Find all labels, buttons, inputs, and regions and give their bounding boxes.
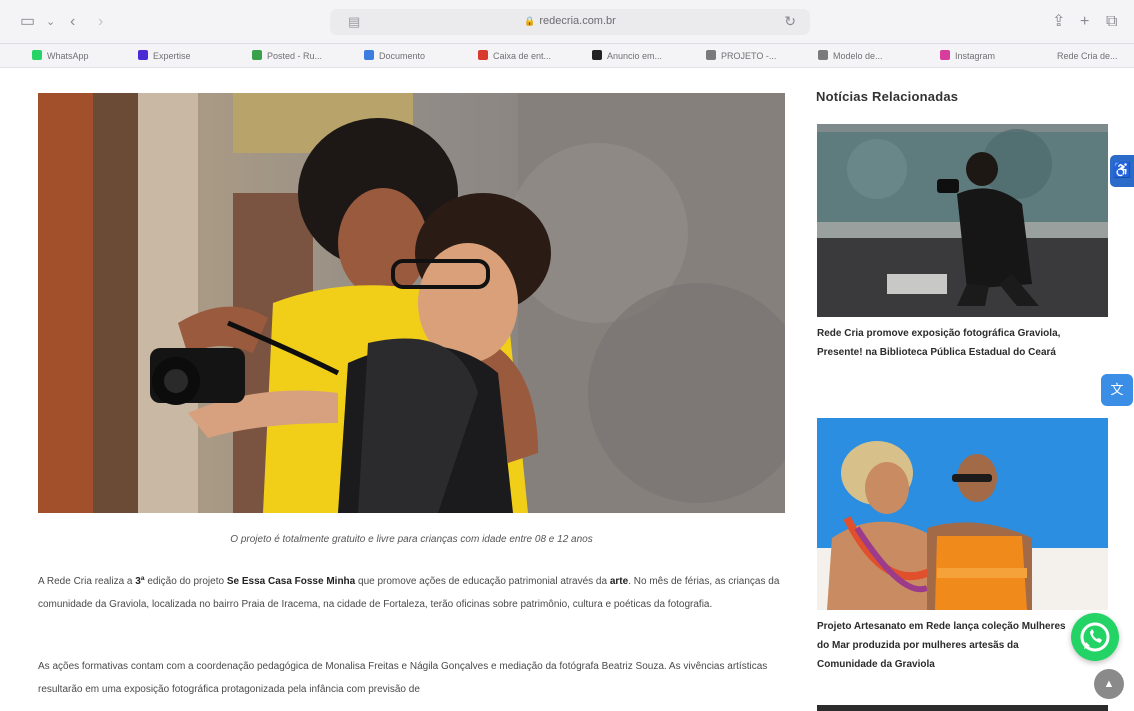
related-news-1-image[interactable]: [817, 124, 1108, 317]
browser-toolbar: ▭ ⌄ ‹ › ▤ 🔒 redecria.com.br ↻ ⇪ + ⧉: [0, 0, 1134, 44]
favorite-item[interactable]: Rede Cria de...: [1042, 48, 1118, 64]
related-news-2-title[interactable]: Projeto Artesanato em Rede lança coleção…: [817, 617, 1072, 674]
image-caption: O projeto é totalmente gratuito e livre …: [230, 534, 593, 545]
chevron-down-icon[interactable]: ⌄: [46, 12, 55, 32]
chevron-up-icon: ▲: [1103, 678, 1115, 690]
favicon-icon: [32, 50, 42, 60]
favicon-icon: [940, 50, 950, 60]
favorite-label: Caixa de ent...: [493, 51, 552, 61]
whatsapp-icon: [1080, 622, 1110, 652]
address-bar[interactable]: ▤ 🔒 redecria.com.br ↻: [330, 9, 810, 35]
scroll-top-button[interactable]: ▲: [1094, 669, 1124, 699]
favorite-item[interactable]: WhatsApp: [32, 48, 89, 64]
related-news-2-image[interactable]: [817, 418, 1108, 610]
share-icon[interactable]: ⇪: [1052, 12, 1065, 32]
sidebar-toggle-icon[interactable]: ▭: [20, 12, 35, 32]
favicon-icon: [706, 50, 716, 60]
related-news-1-title[interactable]: Rede Cria promove exposição fotográfica …: [817, 324, 1107, 362]
article-paragraph-1: A Rede Cria realiza a 3ª edição do proje…: [38, 576, 780, 610]
lock-icon: 🔒: [524, 16, 536, 26]
favorite-item[interactable]: Anuncio em...: [592, 48, 662, 64]
favicon-icon: [478, 50, 488, 60]
favorite-item[interactable]: Documento: [364, 48, 425, 64]
favicon-icon: [592, 50, 602, 60]
accessibility-button[interactable]: ♿: [1110, 155, 1134, 187]
related-news-title: Notícias Relacionadas: [816, 89, 959, 104]
favorite-label: Posted - Ru...: [267, 51, 323, 61]
favicon-icon: [818, 50, 828, 60]
favicon-icon: [364, 50, 374, 60]
favorites-bar: WhatsApp Expertise Posted - Ru... Documento…: [0, 44, 1134, 68]
favorite-label: PROJETO -...: [721, 51, 777, 61]
favorite-label: Documento: [379, 51, 426, 61]
favorite-item[interactable]: Instagram: [940, 48, 995, 64]
favorite-item[interactable]: Posted - Ru...: [252, 48, 322, 64]
favorite-label: Anuncio em...: [607, 51, 663, 61]
back-icon[interactable]: ‹: [70, 12, 75, 32]
translate-icon: 文: [1110, 382, 1124, 397]
new-tab-icon[interactable]: +: [1080, 12, 1089, 32]
favorite-label: Expertise: [153, 51, 191, 61]
favicon-icon: [138, 50, 148, 60]
url-text: redecria.com.br: [539, 15, 616, 27]
favorite-item[interactable]: Caixa de ent...: [478, 48, 551, 64]
language-button[interactable]: 文: [1101, 374, 1133, 406]
accessibility-icon: ♿: [1112, 162, 1132, 179]
reload-icon[interactable]: ↻: [784, 13, 796, 30]
favorite-label: Rede Cria de...: [1057, 51, 1118, 61]
whatsapp-button[interactable]: [1071, 613, 1119, 661]
favorite-label: WhatsApp: [47, 51, 89, 61]
related-news-3-image[interactable]: [817, 705, 1108, 711]
favicon-icon: [1042, 50, 1052, 60]
favorite-item[interactable]: Modelo de...: [818, 48, 883, 64]
hero-photo: [38, 93, 785, 513]
forward-icon[interactable]: ›: [98, 12, 103, 32]
favicon-icon: [252, 50, 262, 60]
favorite-label: Instagram: [955, 51, 996, 61]
favorite-item[interactable]: PROJETO -...: [706, 48, 776, 64]
favorite-item[interactable]: Expertise: [138, 48, 191, 64]
favorite-label: Modelo de...: [833, 51, 883, 61]
article-paragraph-2: As ações formativas contam com a coorden…: [38, 661, 768, 695]
tabs-overview-icon[interactable]: ⧉: [1106, 12, 1117, 32]
